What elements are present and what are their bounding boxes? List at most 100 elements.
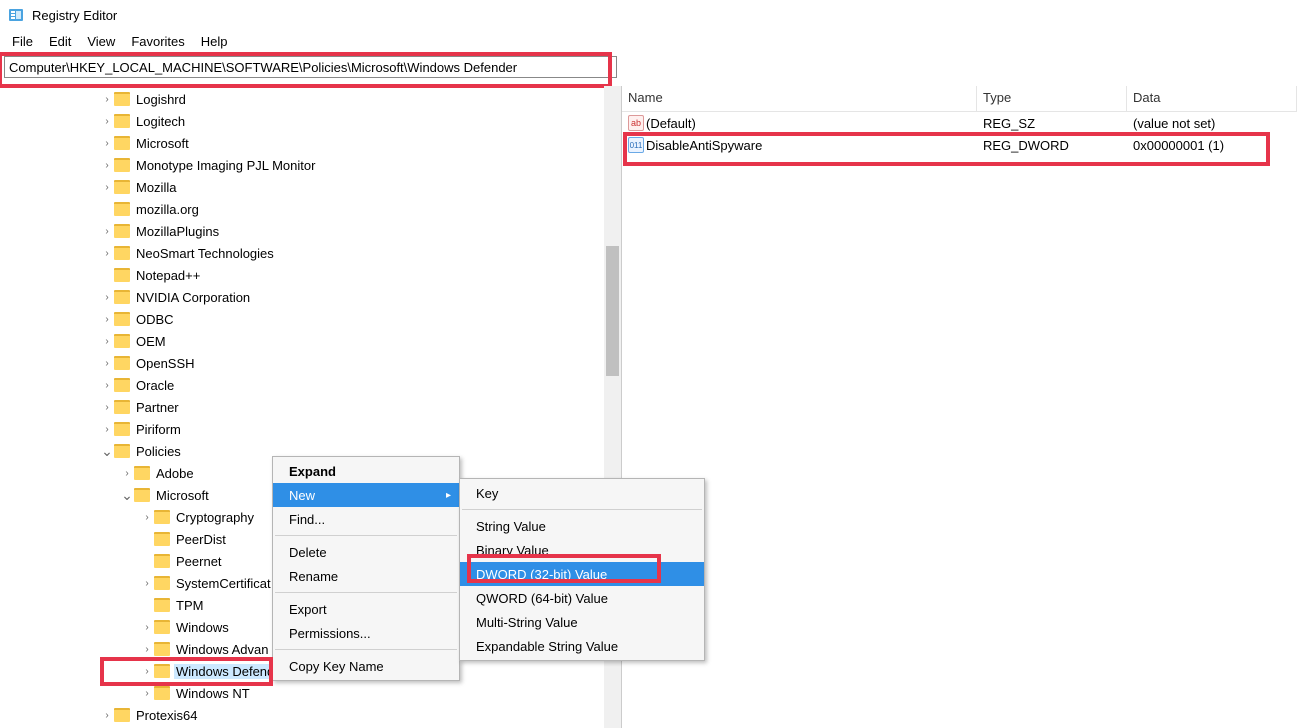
column-name[interactable]: Name <box>622 86 977 111</box>
folder-icon <box>114 334 130 348</box>
folder-icon <box>154 664 170 678</box>
chevron-right-icon: ▸ <box>446 490 451 501</box>
chevron-right-icon[interactable]: › <box>100 92 114 106</box>
chevron-right-icon[interactable]: › <box>140 664 154 678</box>
ctx-rename[interactable]: Rename <box>273 564 459 588</box>
chevron-right-icon[interactable]: › <box>100 114 114 128</box>
tree-node-notepad-[interactable]: Notepad++ <box>0 264 621 286</box>
ctx-find-[interactable]: Find... <box>273 507 459 531</box>
ctx-new-qword-64-bit-value[interactable]: QWORD (64-bit) Value <box>460 586 704 610</box>
chevron-right-icon[interactable]: › <box>140 620 154 634</box>
tree-node-oracle[interactable]: ›Oracle <box>0 374 621 396</box>
ctx-expand[interactable]: Expand <box>273 459 459 483</box>
folder-icon <box>114 290 130 304</box>
tree-node-label: Piriform <box>134 422 183 437</box>
ctx-new-dword-32-bit-value[interactable]: DWORD (32-bit) Value <box>460 562 704 586</box>
tree-node-label: ODBC <box>134 312 176 327</box>
chevron-right-icon[interactable]: › <box>100 422 114 436</box>
expander-empty <box>140 532 154 546</box>
tree-node-label: Windows Advan <box>174 642 271 657</box>
tree-node-mozilla-org[interactable]: mozilla.org <box>0 198 621 220</box>
ctx-new[interactable]: New ▸ <box>273 483 459 507</box>
context-submenu-new[interactable]: Key String Value Binary Value DWORD (32-bit… <box>459 478 705 661</box>
tree-node-nvidia-corporation[interactable]: › NVIDIA Corporation <box>0 286 621 308</box>
chevron-right-icon[interactable]: › <box>100 224 114 238</box>
tree-scroll-thumb[interactable] <box>606 246 619 376</box>
chevron-right-icon[interactable]: › <box>100 378 114 392</box>
chevron-right-icon[interactable]: › <box>140 510 154 524</box>
menu-favorites[interactable]: Favorites <box>123 33 192 50</box>
tree-node-neosmart-technologies[interactable]: ›NeoSmart Technologies <box>0 242 621 264</box>
value-row--default-[interactable]: ab(Default)REG_SZ(value not set) <box>622 112 1297 134</box>
ctx-new-binary-value[interactable]: Binary Value <box>460 538 704 562</box>
tree-node-partner[interactable]: ›Partner <box>0 396 621 418</box>
tree-node-microsoft[interactable]: › Microsoft <box>0 132 621 154</box>
tree-node-protexis64[interactable]: ›Protexis64 <box>0 704 621 726</box>
ctx-delete[interactable]: Delete <box>273 540 459 564</box>
address-bar[interactable]: Computer\HKEY_LOCAL_MACHINE\SOFTWARE\Pol… <box>4 56 617 78</box>
tree-node-label: SystemCertificat <box>174 576 273 591</box>
column-data[interactable]: Data <box>1127 86 1297 111</box>
tree-node-label: Microsoft <box>134 136 191 151</box>
chevron-right-icon[interactable]: › <box>140 686 154 700</box>
chevron-down-icon[interactable]: ⌄ <box>120 488 134 502</box>
folder-icon <box>114 246 130 260</box>
menu-item-label: New <box>289 488 315 503</box>
ctx-copy-key-name[interactable]: Copy Key Name <box>273 654 459 678</box>
tree-node-odbc[interactable]: › ODBC <box>0 308 621 330</box>
menu-item-label: Permissions... <box>289 626 371 641</box>
folder-icon <box>114 444 130 458</box>
tree-node-logishrd[interactable]: ›Logishrd <box>0 88 621 110</box>
folder-icon <box>114 422 130 436</box>
chevron-right-icon[interactable]: › <box>100 180 114 194</box>
tree-node-logitech[interactable]: ›Logitech <box>0 110 621 132</box>
menubar[interactable]: FileEditViewFavoritesHelp <box>0 30 1297 52</box>
menu-help[interactable]: Help <box>193 33 236 50</box>
chevron-right-icon[interactable]: › <box>100 400 114 414</box>
chevron-right-icon[interactable]: › <box>100 334 114 348</box>
tree-node-windows-nt[interactable]: ›Windows NT <box>0 682 621 704</box>
chevron-right-icon[interactable]: › <box>100 290 114 304</box>
ctx-permissions-[interactable]: Permissions... <box>273 621 459 645</box>
tree-node-label: OEM <box>134 334 168 349</box>
chevron-right-icon[interactable]: › <box>100 246 114 260</box>
chevron-right-icon[interactable]: › <box>100 312 114 326</box>
tree-node-label: NVIDIA Corporation <box>134 290 252 305</box>
chevron-right-icon[interactable]: › <box>120 466 134 480</box>
ctx-new-string-value[interactable]: String Value <box>460 514 704 538</box>
menu-separator <box>275 649 457 650</box>
tree-node-mozillaplugins[interactable]: ›MozillaPlugins <box>0 220 621 242</box>
folder-icon <box>154 576 170 590</box>
folder-icon <box>114 708 130 722</box>
menu-file[interactable]: File <box>4 33 41 50</box>
chevron-right-icon[interactable]: › <box>140 576 154 590</box>
address-text: Computer\HKEY_LOCAL_MACHINE\SOFTWARE\Pol… <box>9 60 517 75</box>
expander-empty <box>140 554 154 568</box>
tree-node-monotype-imaging-pjl-monitor[interactable]: ›Monotype Imaging PJL Monitor <box>0 154 621 176</box>
context-menu[interactable]: Expand New ▸ Find... DeleteRename Export Permi… <box>272 456 460 681</box>
list-header[interactable]: Name Type Data <box>622 86 1297 112</box>
chevron-down-icon[interactable]: ⌄ <box>100 444 114 458</box>
values-pane[interactable]: Name Type Data ab(Default)REG_SZ(value n… <box>622 86 1297 728</box>
tree-node-mozilla[interactable]: ›Mozilla <box>0 176 621 198</box>
menu-separator <box>462 509 702 510</box>
menu-view[interactable]: View <box>79 33 123 50</box>
menu-item-label: Binary Value <box>476 543 549 558</box>
ctx-new-key[interactable]: Key <box>460 481 704 505</box>
expander-empty <box>140 598 154 612</box>
ctx-new-expandable-string-value[interactable]: Expandable String Value <box>460 634 704 658</box>
chevron-right-icon[interactable]: › <box>100 158 114 172</box>
chevron-right-icon[interactable]: › <box>100 356 114 370</box>
ctx-export[interactable]: Export <box>273 597 459 621</box>
value-row-disableantispyware[interactable]: 011DisableAntiSpywareREG_DWORD0x00000001… <box>622 134 1297 156</box>
chevron-right-icon[interactable]: › <box>100 708 114 722</box>
chevron-right-icon[interactable]: › <box>140 642 154 656</box>
folder-icon <box>114 224 130 238</box>
chevron-right-icon[interactable]: › <box>100 136 114 150</box>
column-type[interactable]: Type <box>977 86 1127 111</box>
tree-node-oem[interactable]: › OEM <box>0 330 621 352</box>
tree-node-openssh[interactable]: ›OpenSSH <box>0 352 621 374</box>
tree-node-piriform[interactable]: › Piriform <box>0 418 621 440</box>
menu-edit[interactable]: Edit <box>41 33 79 50</box>
ctx-new-multi-string-value[interactable]: Multi-String Value <box>460 610 704 634</box>
